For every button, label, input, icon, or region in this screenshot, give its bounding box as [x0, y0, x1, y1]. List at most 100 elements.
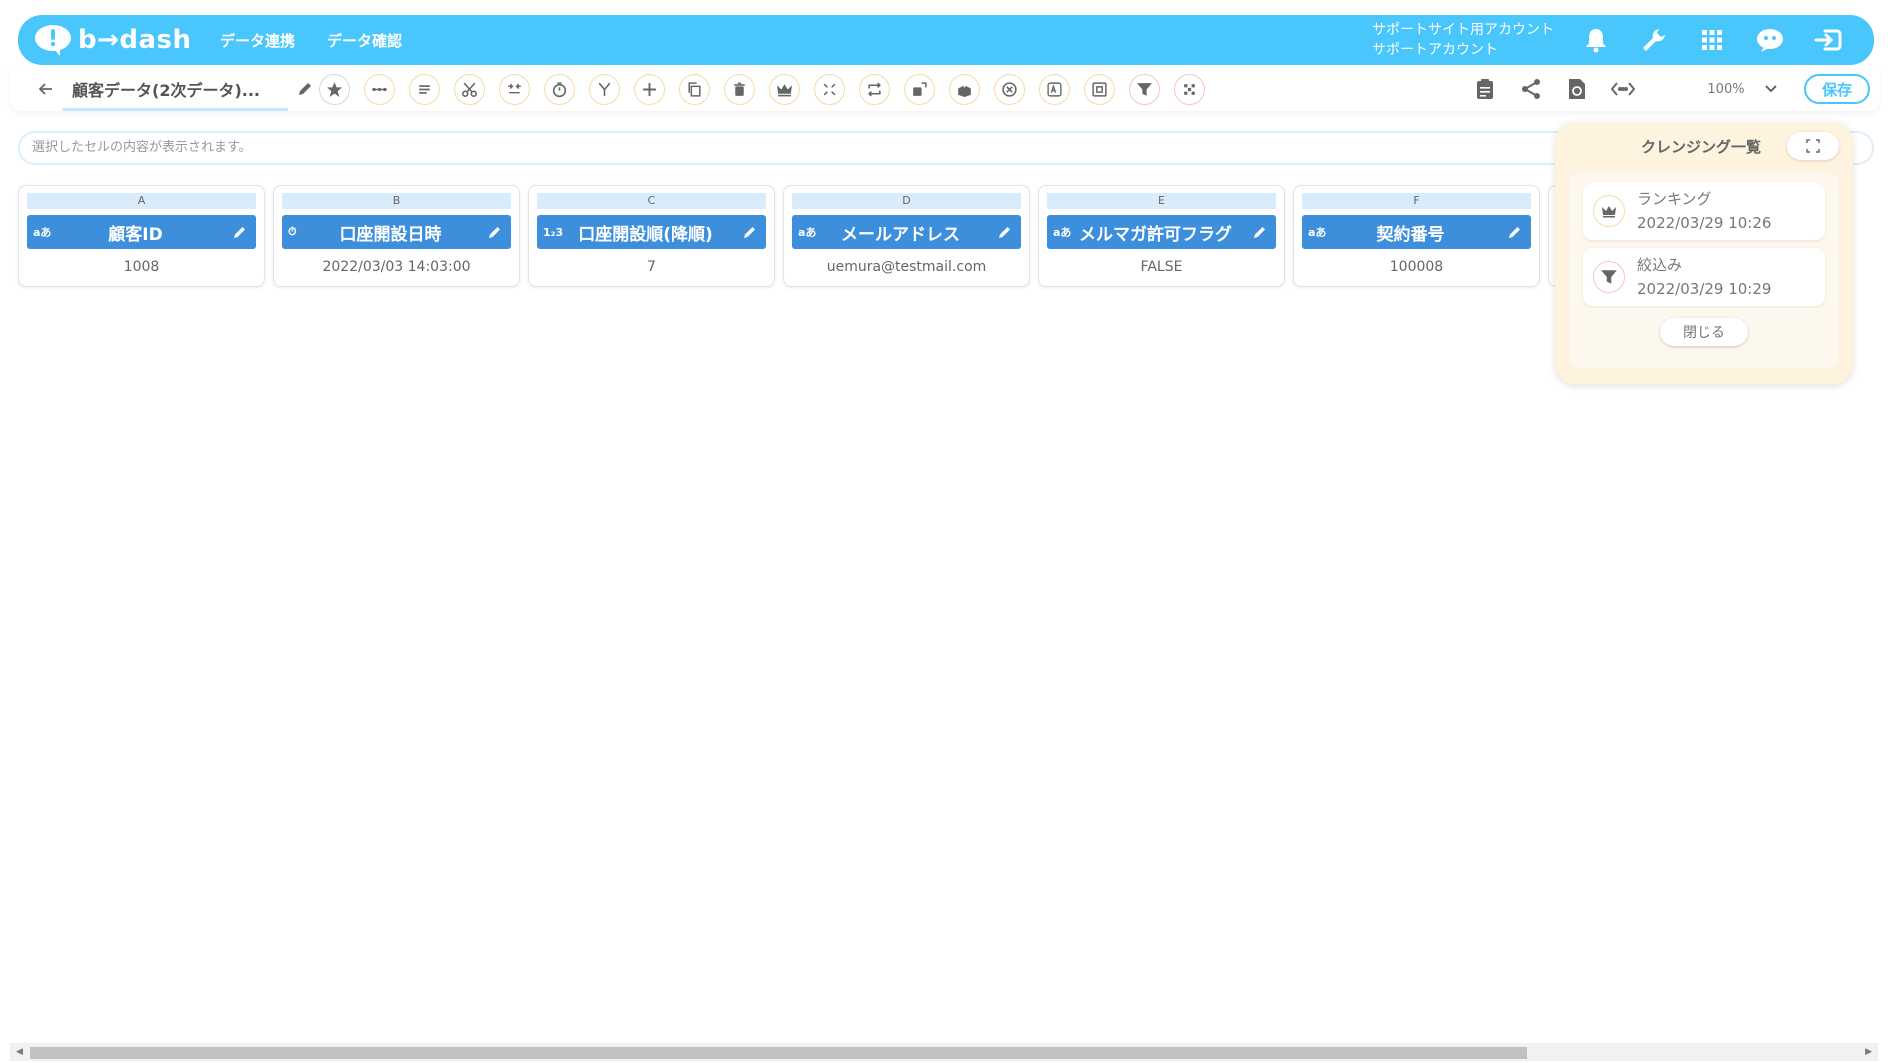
filter-funnel-icon[interactable]: [1129, 73, 1160, 105]
column-header[interactable]: aあ メールアドレス: [792, 215, 1021, 249]
ranking-crown-icon[interactable]: [769, 73, 800, 105]
column-card-d[interactable]: D aあ メールアドレス uemura@testmail.com: [783, 185, 1030, 287]
cleansing-header: クレンジング一覧: [1569, 130, 1839, 162]
scrollbar-thumb[interactable]: [30, 1047, 1527, 1059]
column-list: A aあ 顧客ID 1008 B ⏱ 口座開設日時 2022/03/03 14:…: [18, 185, 1639, 287]
column-header[interactable]: ⏱ 口座開設日時: [282, 215, 511, 249]
column-name: 契約番号: [1376, 224, 1445, 245]
nav-data-check[interactable]: データ確認: [327, 30, 402, 51]
cell-value[interactable]: 1008: [27, 259, 256, 275]
pencil-icon[interactable]: [230, 225, 250, 239]
text-type-icon: aあ: [1308, 226, 1327, 239]
share-icon[interactable]: [1516, 74, 1546, 104]
cancel-circle-icon[interactable]: [994, 73, 1025, 105]
column-name: メルマガ許可フラグ: [1079, 224, 1232, 245]
chevron-down-icon: [1764, 81, 1778, 99]
translate-icon[interactable]: [1039, 73, 1070, 105]
column-card-f[interactable]: F aあ 契約番号 100008: [1293, 185, 1540, 287]
scroll-left-arrow-icon[interactable]: ◀: [16, 1047, 23, 1057]
top-header: b→dash データ連携 データ確認 サポートサイト用アカウント サポートアカウ…: [18, 15, 1874, 65]
toolbar: 顧客データ(2次データ)... 100% 保存: [10, 67, 1880, 111]
data-title-wrap: 顧客データ(2次データ)...: [62, 77, 288, 111]
delete-trash-icon[interactable]: [724, 73, 755, 105]
column-letter: B: [282, 193, 511, 209]
concat-dots-icon[interactable]: [364, 73, 395, 105]
branch-icon[interactable]: [589, 73, 620, 105]
favorite-star-icon[interactable]: [319, 73, 350, 105]
logo[interactable]: b→dash: [34, 23, 191, 57]
frame-icon[interactable]: [1084, 73, 1115, 105]
app-grid-icon[interactable]: [1696, 24, 1728, 56]
refresh-file-icon[interactable]: [1562, 74, 1592, 104]
datetime-type-icon: ⏱: [288, 225, 297, 238]
cleansing-panel: クレンジング一覧 ランキング 2022/03/29 10:26 絞込み 2022…: [1555, 122, 1853, 384]
account-site: サポートサイト用アカウント: [1372, 22, 1554, 38]
upload-box-icon[interactable]: [949, 73, 980, 105]
dedupe-icon[interactable]: [814, 73, 845, 105]
grid-dots-icon[interactable]: [1174, 73, 1205, 105]
account-name: サポートアカウント: [1372, 42, 1498, 58]
horizontal-scrollbar[interactable]: ◀ ▶: [10, 1043, 1878, 1061]
filter-icon: [1593, 261, 1625, 293]
pencil-icon[interactable]: [485, 225, 505, 239]
pencil-icon[interactable]: [1505, 225, 1525, 239]
cleansing-item-date: 2022/03/29 10:29: [1637, 280, 1772, 298]
column-card-b[interactable]: B ⏱ 口座開設日時 2022/03/03 14:03:00: [273, 185, 520, 287]
column-header[interactable]: aあ 顧客ID: [27, 215, 256, 249]
add-plus-icon[interactable]: [634, 73, 665, 105]
wrench-icon[interactable]: [1638, 24, 1670, 56]
column-card-a[interactable]: A aあ 顧客ID 1008: [18, 185, 265, 287]
column-card-e[interactable]: E aあ メルマガ許可フラグ FALSE: [1038, 185, 1285, 287]
cleansing-item-filter[interactable]: 絞込み 2022/03/29 10:29: [1583, 248, 1825, 306]
bell-icon[interactable]: [1580, 24, 1612, 56]
pencil-icon[interactable]: [1250, 225, 1270, 239]
pencil-icon[interactable]: [995, 225, 1015, 239]
merge-arrows-icon[interactable]: [499, 73, 530, 105]
account-info[interactable]: サポートサイト用アカウント サポートアカウント: [1372, 20, 1554, 60]
column-header[interactable]: aあ 契約番号: [1302, 215, 1531, 249]
column-name: メールアドレス: [841, 224, 960, 245]
edit-title-pencil-icon[interactable]: [293, 77, 317, 101]
scroll-right-arrow-icon[interactable]: ▶: [1865, 1047, 1872, 1057]
clipboard-icon[interactable]: [1470, 74, 1500, 104]
cell-value[interactable]: FALSE: [1047, 259, 1276, 275]
text-lines-icon[interactable]: [409, 73, 440, 105]
column-letter: D: [792, 193, 1021, 209]
zoom-value: 100%: [1707, 81, 1745, 97]
column-header[interactable]: 1₂3 口座開設順(降順): [537, 215, 766, 249]
logout-icon[interactable]: [1812, 24, 1844, 56]
text-type-icon: aあ: [1053, 226, 1072, 239]
crown-icon: [1593, 195, 1625, 227]
back-arrow-icon[interactable]: [34, 77, 58, 101]
support-chat-icon[interactable]: [1754, 24, 1786, 56]
cell-value[interactable]: uemura@testmail.com: [792, 259, 1021, 275]
pencil-icon[interactable]: [740, 225, 760, 239]
cleansing-tools: [319, 73, 1205, 105]
logo-bubble-icon: [34, 23, 74, 57]
cell-value[interactable]: 100008: [1302, 259, 1531, 275]
copy-icon[interactable]: [679, 73, 710, 105]
nav-data-integration[interactable]: データ連携: [220, 30, 295, 51]
save-button[interactable]: 保存: [1804, 74, 1870, 104]
cleansing-item-name: ランキング: [1637, 190, 1712, 208]
convert-icon[interactable]: [904, 73, 935, 105]
split-scissors-icon[interactable]: [454, 73, 485, 105]
code-embed-icon[interactable]: [1608, 74, 1638, 104]
text-type-icon: aあ: [33, 226, 52, 239]
close-button[interactable]: 閉じる: [1660, 318, 1748, 346]
cell-value[interactable]: 2022/03/03 14:03:00: [282, 259, 511, 275]
text-type-icon: aあ: [798, 226, 817, 239]
cleansing-item-date: 2022/03/29 10:26: [1637, 214, 1772, 232]
column-card-c[interactable]: C 1₂3 口座開設順(降順) 7: [528, 185, 775, 287]
cleansing-title: クレンジング一覧: [1641, 137, 1762, 156]
right-tools: 100% 保存: [1470, 74, 1870, 104]
expand-icon[interactable]: [1787, 132, 1839, 160]
cell-value[interactable]: 7: [537, 259, 766, 275]
number-type-icon: 1₂3: [543, 225, 564, 239]
timer-icon[interactable]: [544, 73, 575, 105]
replace-loop-icon[interactable]: [859, 73, 890, 105]
cleansing-item-ranking[interactable]: ランキング 2022/03/29 10:26: [1583, 182, 1825, 240]
column-header[interactable]: aあ メルマガ許可フラグ: [1047, 215, 1276, 249]
zoom-select[interactable]: 100%: [1664, 74, 1788, 104]
data-title: 顧客データ(2次データ)...: [72, 81, 260, 100]
